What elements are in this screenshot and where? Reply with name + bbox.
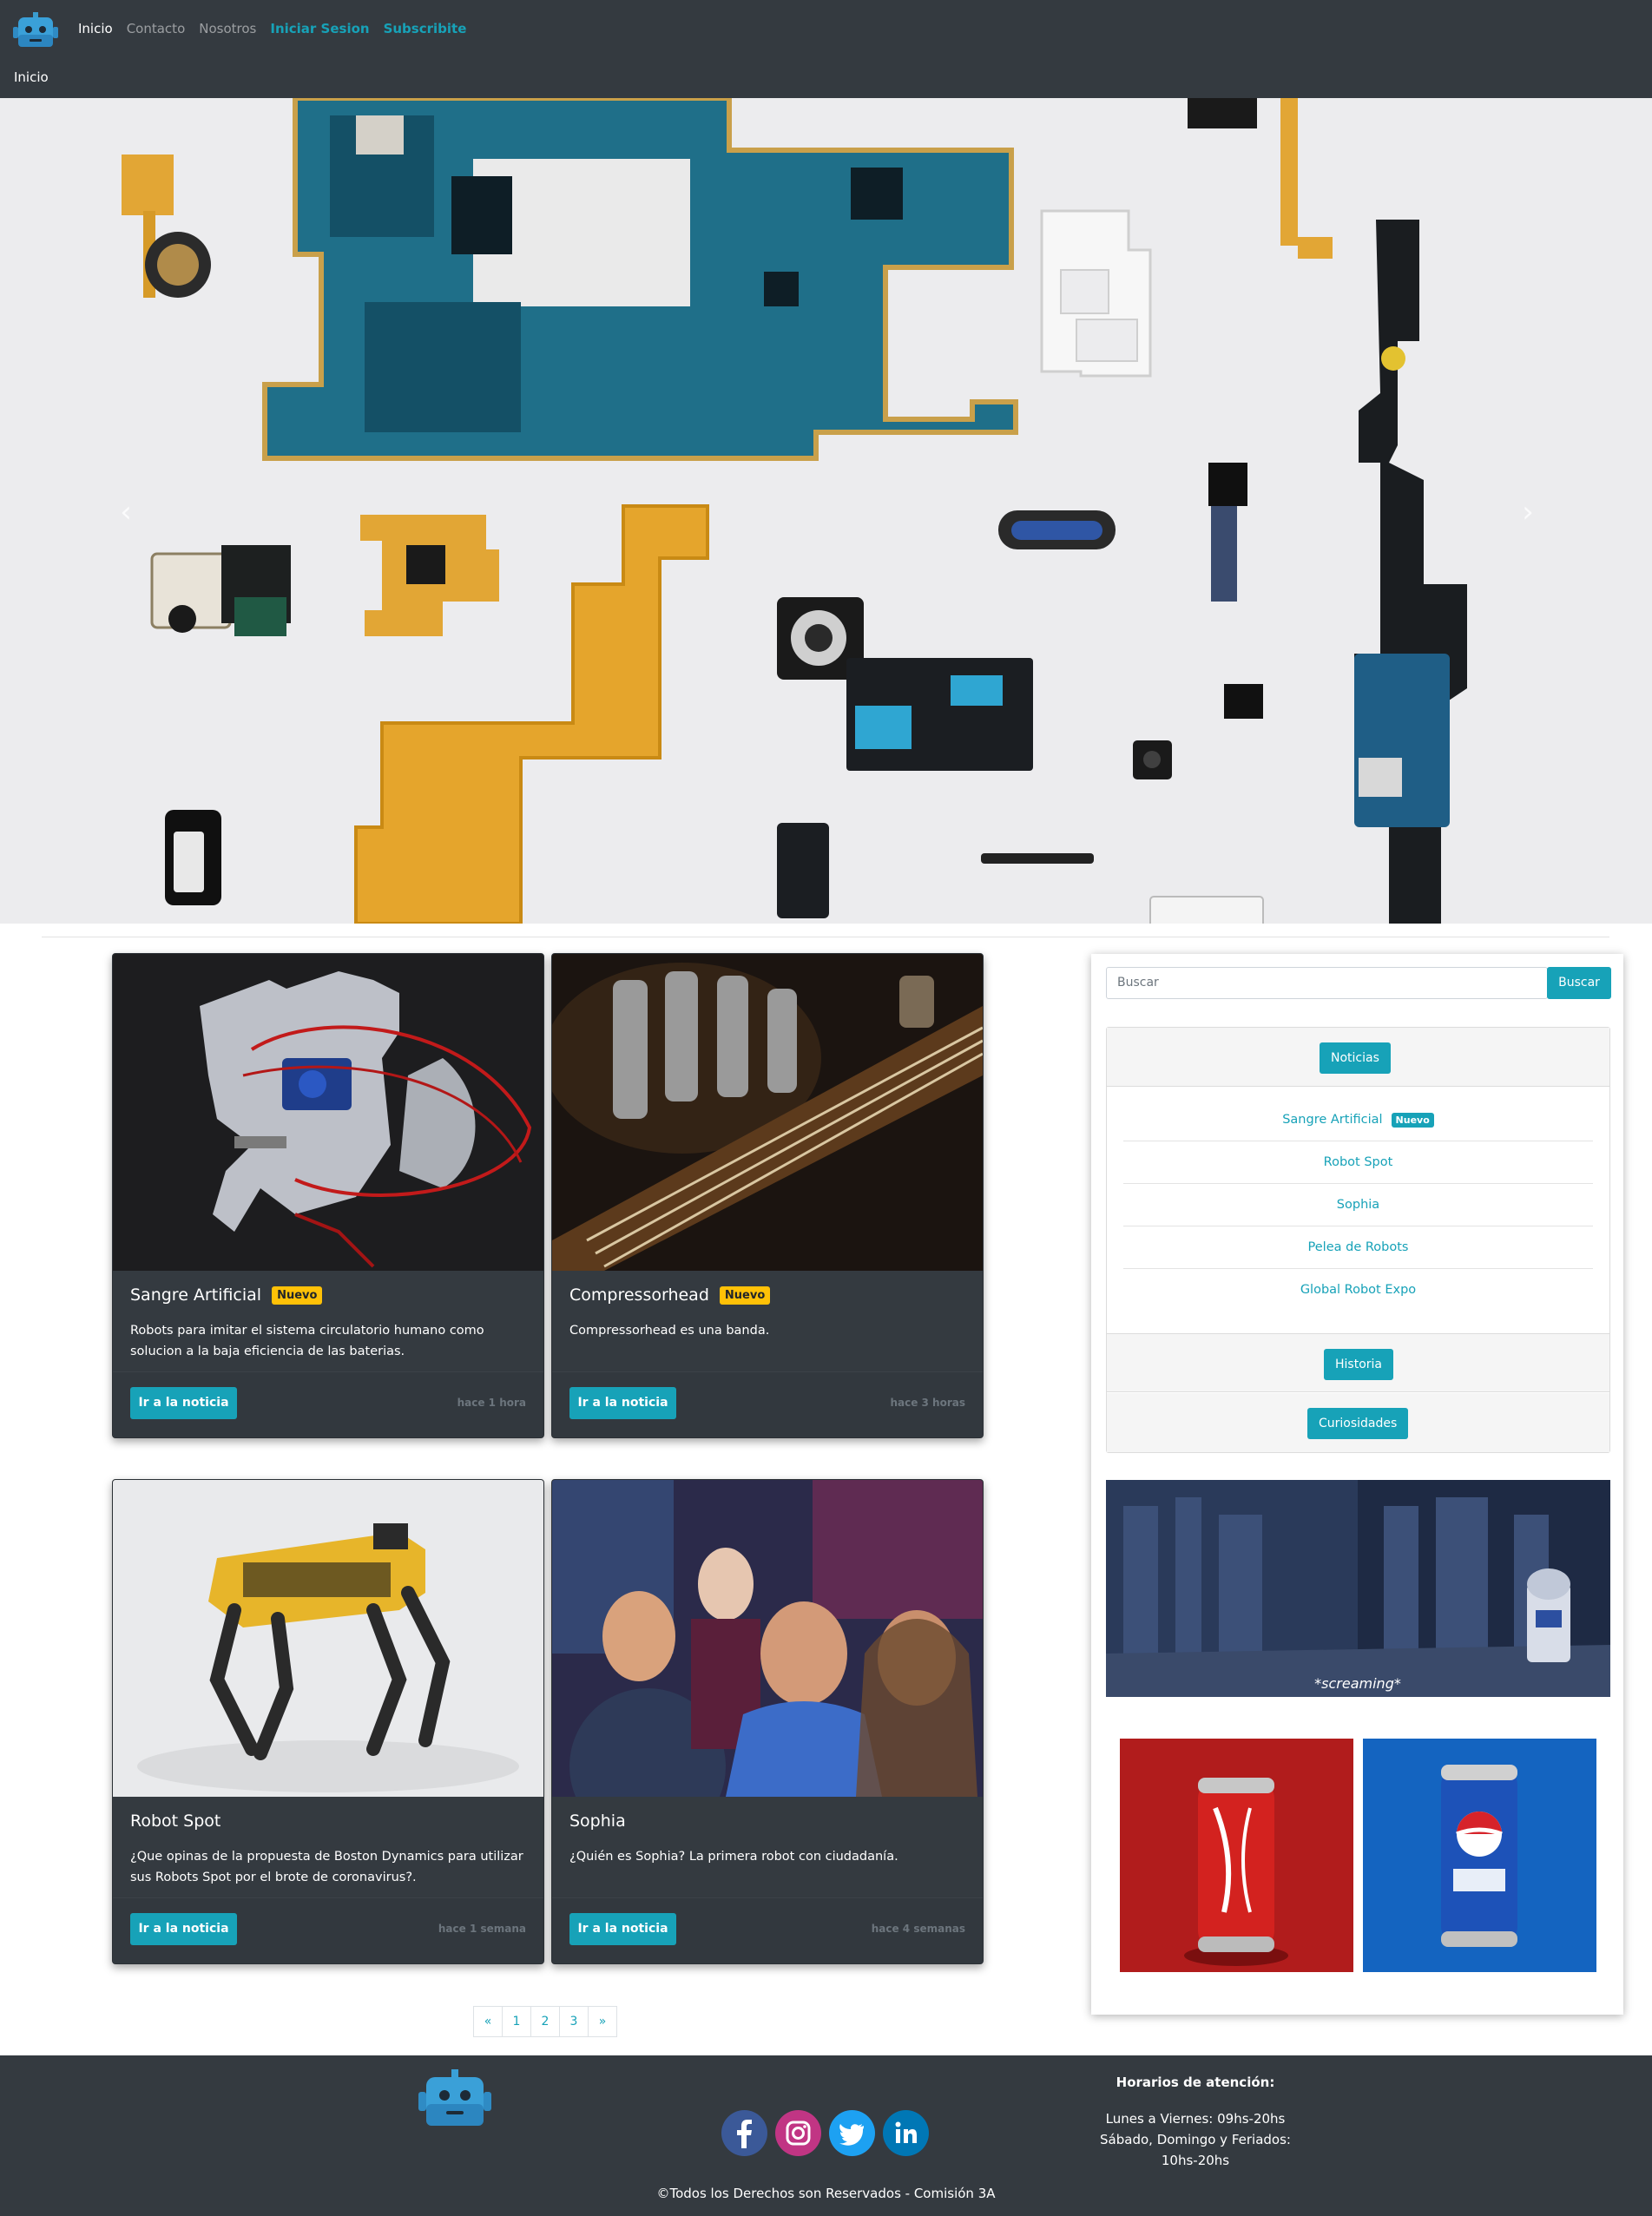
historia-button[interactable]: Historia	[1324, 1349, 1393, 1380]
card-image	[113, 1480, 543, 1797]
search-input[interactable]: Buscar	[1106, 967, 1548, 999]
robot-logo-icon	[418, 2069, 491, 2128]
hero-image	[0, 98, 1652, 924]
news-link[interactable]: Sangre Artificial Nuevo	[1123, 1099, 1593, 1141]
news-card: Sangre Artificial Nuevo Robots para imita…	[112, 953, 544, 1438]
pagination: « 1 2 3 »	[473, 2006, 617, 2037]
card-timestamp: hace 1 semana	[438, 1923, 526, 1935]
page-1-button[interactable]: 1	[502, 2006, 531, 2037]
card-text: ¿Quién es Sophia? La primera robot con c…	[569, 1850, 898, 1864]
instagram-icon[interactable]	[775, 2110, 821, 2156]
r2d2-gif: *screaming*	[1106, 1480, 1610, 1697]
hours-list: Lunes a Viernes: 09hs-20hs Sábado, Domin…	[1033, 2108, 1358, 2171]
card-timestamp: hace 4 semanas	[871, 1923, 965, 1935]
page-prev-button[interactable]: «	[473, 2006, 503, 2037]
copyright: ©Todos los Derechos son Reservados - Com…	[656, 2186, 996, 2201]
robot-logo-icon[interactable]	[12, 12, 59, 49]
card-timestamp: hace 3 horas	[890, 1397, 965, 1409]
breadcrumb: Inicio	[14, 69, 49, 85]
new-badge: Nuevo	[719, 1286, 771, 1305]
hours-line: 10hs-20hs	[1161, 2153, 1230, 2168]
hours-line: Lunes a Viernes: 09hs-20hs	[1105, 2111, 1286, 2127]
news-link-label[interactable]: Sangre Artificial	[1282, 1099, 1382, 1141]
curiosidades-button[interactable]: Curiosidades	[1307, 1408, 1409, 1439]
page-2-button[interactable]: 2	[530, 2006, 560, 2037]
footer: Horarios de atención: Lunes a Viernes: 0…	[0, 2055, 1652, 2216]
page-3-button[interactable]: 3	[559, 2006, 589, 2037]
accordion-header-historia: Historia	[1107, 1333, 1609, 1392]
card-image	[552, 1480, 983, 1797]
page-next-button[interactable]: »	[588, 2006, 617, 2037]
news-link-label[interactable]: Robot Spot	[1324, 1141, 1393, 1184]
hours-line: Sábado, Domingo y Feriados:	[1100, 2132, 1291, 2147]
news-link-label[interactable]: Pelea de Robots	[1308, 1226, 1409, 1269]
twitter-icon[interactable]	[829, 2110, 875, 2156]
linkedin-icon[interactable]	[883, 2110, 929, 2156]
carousel-prev-button[interactable]: ‹	[113, 497, 139, 527]
nav-link-iniciar-sesion[interactable]: Iniciar Sesion	[270, 21, 369, 36]
nav-link-contacto[interactable]: Contacto	[127, 21, 186, 36]
noticias-button[interactable]: Noticias	[1320, 1042, 1391, 1074]
new-badge: Nuevo	[1391, 1112, 1434, 1128]
coca-cola-ad[interactable]	[1120, 1739, 1353, 1972]
card-title: Sangre Artificial	[130, 1286, 262, 1305]
accordion-header-noticias: Noticias	[1107, 1028, 1609, 1087]
card-text: Robots para imitar el sistema circulator…	[130, 1324, 484, 1358]
read-news-button[interactable]: Ir a la noticia	[130, 1913, 237, 1945]
carousel-next-button[interactable]: ›	[1515, 497, 1541, 527]
card-footer: Ir a la noticia hace 4 semanas	[552, 1897, 983, 1963]
pepsi-ad[interactable]	[1363, 1739, 1596, 1972]
card-text: Compressorhead es una banda.	[569, 1324, 770, 1338]
card-timestamp: hace 1 hora	[457, 1397, 526, 1409]
hero-carousel: ‹ ›	[0, 98, 1652, 924]
card-text: ¿Que opinas de la propuesta de Boston Dy…	[130, 1850, 523, 1884]
card-footer: Ir a la noticia hace 1 semana	[113, 1897, 543, 1963]
card-footer: Ir a la noticia hace 1 hora	[113, 1371, 543, 1437]
news-card: Sophia ¿Quién es Sophia? La primera robo…	[551, 1479, 984, 1964]
new-badge: Nuevo	[272, 1286, 323, 1305]
news-card: Robot Spot ¿Que opinas de la propuesta d…	[112, 1479, 544, 1964]
news-link[interactable]: Sophia	[1123, 1184, 1593, 1226]
nav-link-inicio[interactable]: Inicio	[78, 21, 113, 36]
card-footer: Ir a la noticia hace 3 horas	[552, 1371, 983, 1437]
read-news-button[interactable]: Ir a la noticia	[569, 1913, 676, 1945]
card-image	[113, 954, 543, 1271]
hours-title: Horarios de atención:	[1116, 2075, 1275, 2090]
sections-accordion: Noticias Sangre Artificial Nuevo Robot Sp…	[1106, 1027, 1610, 1453]
read-news-button[interactable]: Ir a la noticia	[130, 1387, 237, 1419]
read-news-button[interactable]: Ir a la noticia	[569, 1387, 676, 1419]
search-button[interactable]: Buscar	[1547, 967, 1611, 999]
news-link-label[interactable]: Global Robot Expo	[1300, 1269, 1416, 1312]
facebook-icon[interactable]	[721, 2110, 767, 2156]
news-card: Compressorhead Nuevo Compressorhead es un…	[551, 953, 984, 1438]
navbar: Inicio Contacto Nosotros Iniciar Sesion …	[0, 0, 1652, 98]
card-title: Robot Spot	[130, 1812, 221, 1831]
news-link-label[interactable]: Sophia	[1337, 1184, 1379, 1226]
news-list: Sangre Artificial Nuevo Robot Spot Sophia…	[1123, 1099, 1593, 1312]
card-title: Sophia	[569, 1812, 626, 1831]
nav-link-nosotros[interactable]: Nosotros	[199, 21, 256, 36]
card-image	[552, 954, 983, 1271]
sidebar: Buscar Buscar Noticias Sangre Artificial…	[1091, 954, 1623, 2015]
card-title: Compressorhead	[569, 1286, 709, 1305]
social-links	[721, 2110, 929, 2156]
news-link[interactable]: Global Robot Expo	[1123, 1269, 1593, 1312]
gif-caption: *screaming*	[1314, 1675, 1401, 1692]
news-link[interactable]: Robot Spot	[1123, 1141, 1593, 1184]
news-link[interactable]: Pelea de Robots	[1123, 1226, 1593, 1269]
accordion-header-curiosidades: Curiosidades	[1107, 1393, 1609, 1452]
nav-link-subscribite[interactable]: Subscribite	[384, 21, 467, 36]
